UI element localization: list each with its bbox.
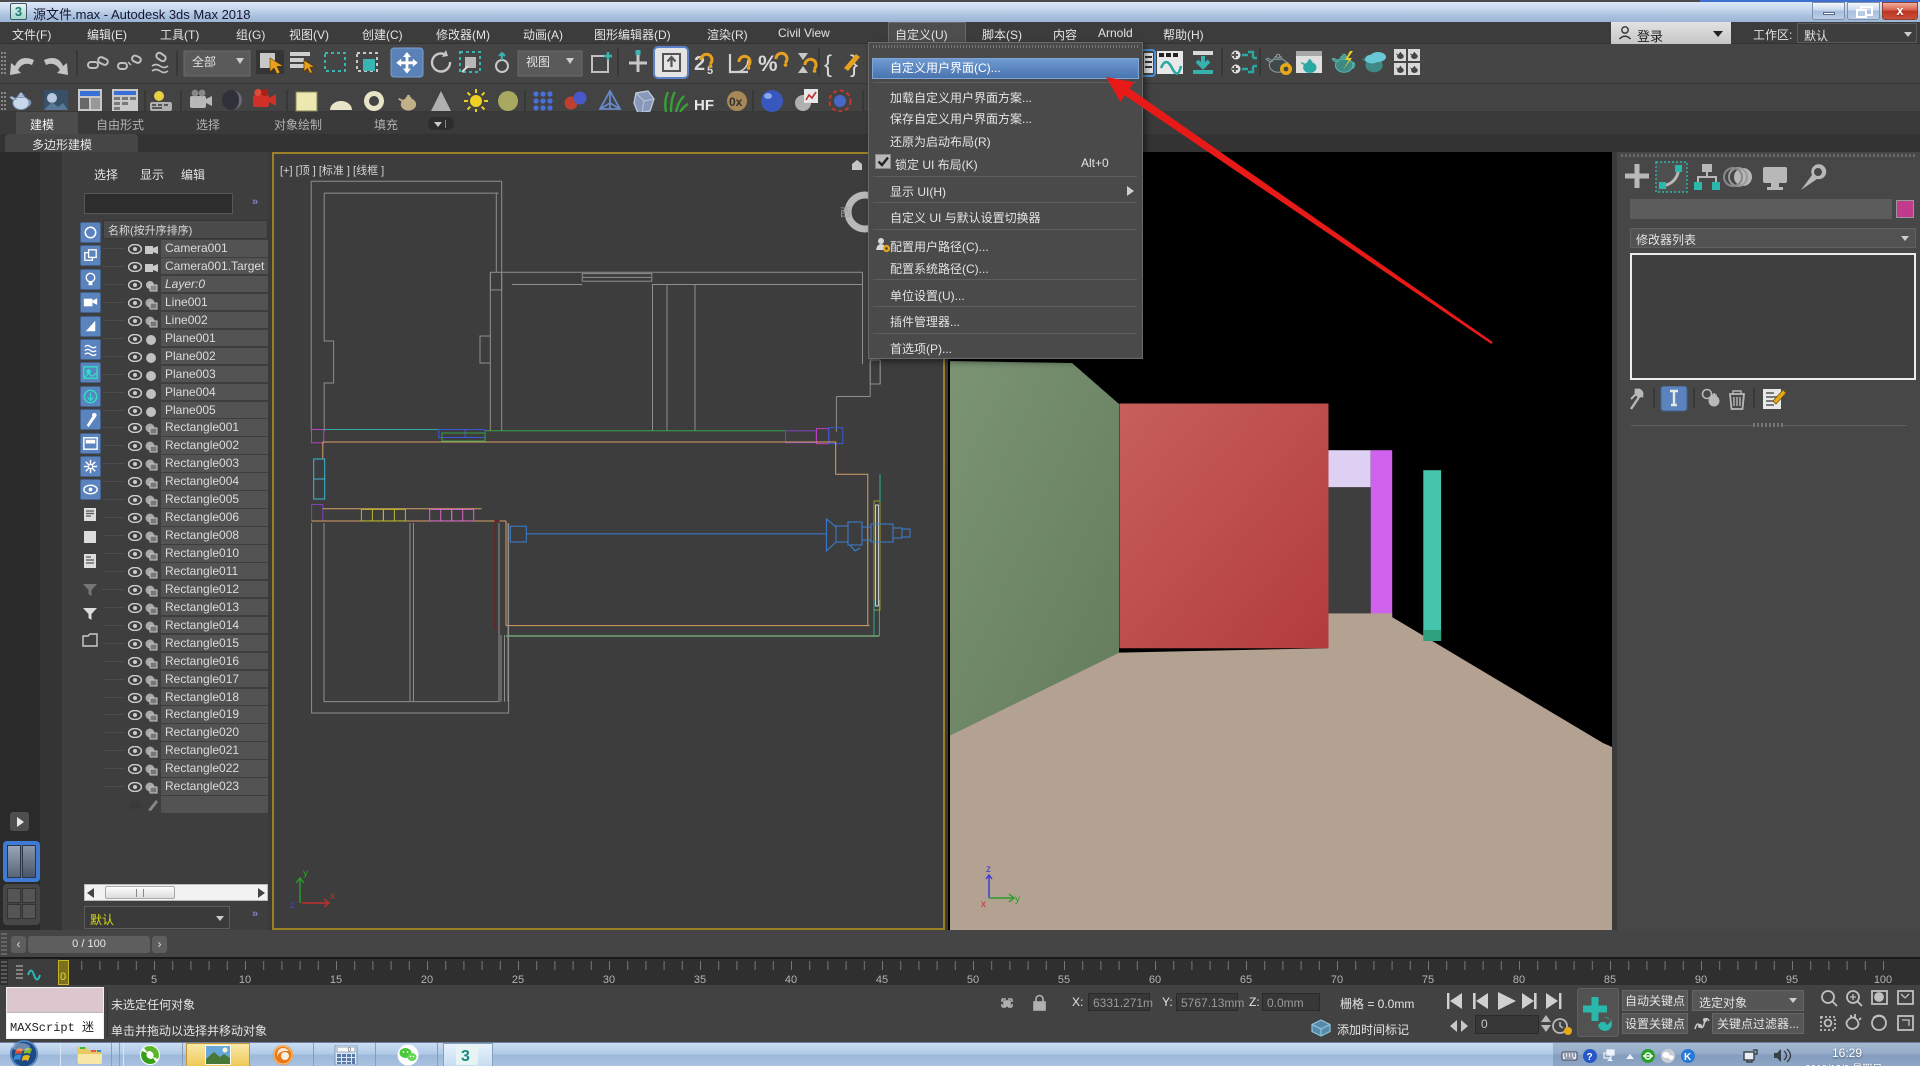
svg-text:3: 3 bbox=[461, 1048, 470, 1065]
svg-text:视图: 视图 bbox=[526, 54, 550, 69]
svg-text:0: 0 bbox=[348, 1048, 351, 1054]
svg-text:?: ? bbox=[1587, 1052, 1593, 1063]
svg-text:%: % bbox=[758, 51, 778, 76]
svg-text:{: { bbox=[824, 51, 832, 78]
svg-text:y: y bbox=[1015, 894, 1020, 905]
svg-text:HF: HF bbox=[694, 97, 714, 112]
svg-text:y: y bbox=[303, 868, 308, 879]
svg-text:x: x bbox=[330, 891, 335, 902]
svg-text:z: z bbox=[986, 864, 991, 875]
svg-text:x: x bbox=[981, 899, 986, 910]
svg-text:0x: 0x bbox=[729, 95, 743, 109]
svg-text:z: z bbox=[290, 900, 295, 911]
svg-text:全部: 全部 bbox=[192, 54, 216, 69]
svg-text:K: K bbox=[1684, 1052, 1692, 1063]
svg-text:西: 西 bbox=[840, 207, 851, 219]
